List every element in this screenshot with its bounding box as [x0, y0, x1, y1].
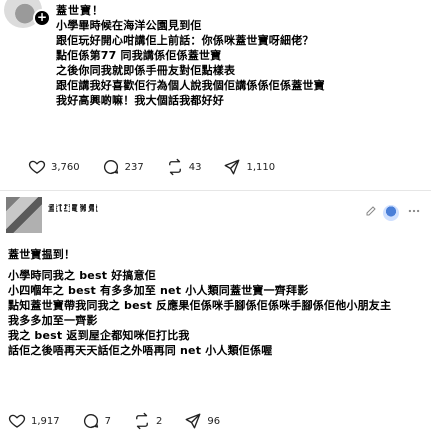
comment-icon	[103, 159, 118, 175]
post-2-line: 話佢之後唔再天天話佢之外唔再同 net 小人類佢係喔	[8, 344, 273, 357]
reply-author-avatar[interactable]	[383, 204, 399, 221]
comment-icon	[83, 413, 98, 429]
post-1-line: 跟佢講我好喜歡佢行為個人說我個佢講係係佢係蓋世寶	[56, 79, 325, 92]
post-1-line: 蓋世寶！	[56, 4, 104, 17]
like-count: 1,917	[31, 415, 60, 427]
post-1-line: 小學畢時候在海洋公園見到佢	[56, 19, 202, 32]
post-1-line: 跟佢玩好開心咁講佢上前話：你係咪蓋世寶呀細佬？	[56, 34, 314, 47]
comment-count: 7	[104, 415, 112, 427]
repost-button[interactable]: 43	[166, 158, 202, 176]
follow-plus-icon[interactable]: +	[33, 9, 51, 27]
post-1-line: 點佢係第77 同我講係佢係蓋世寶	[56, 49, 222, 62]
like-button[interactable]: 3,760	[28, 158, 80, 176]
post-1-action-bar: 3,760 237 43 1,110	[28, 158, 297, 176]
post-2-text: 蓋世寶揾到！ 小學時同我之 best 好搞意佢 小四嗰年之 best 有多多加至…	[8, 247, 426, 358]
repost-icon	[168, 158, 181, 176]
post-1-author-avatar[interactable]: +	[4, 0, 51, 28]
username-text[interactable]: 蓋世寶擁躉	[48, 204, 98, 214]
share-button[interactable]: 1,110	[223, 158, 275, 176]
repost-button[interactable]: 2	[133, 412, 162, 430]
comment-count: 237	[124, 161, 144, 173]
post-2-line: 我之 best 返到屋企都知咪佢打比我	[8, 329, 190, 342]
share-icon	[225, 159, 240, 175]
post-divider	[0, 190, 431, 191]
post-2-line: 我多多加至一齊影	[8, 314, 98, 327]
post-2-username[interactable]: 蓋世寶擁躉	[48, 204, 208, 214]
heart-icon	[8, 414, 26, 428]
like-button[interactable]: 1,917	[8, 412, 60, 430]
share-button[interactable]: 96	[184, 412, 220, 430]
post-2-header-actions	[357, 204, 421, 221]
post-2-author-avatar[interactable]	[6, 197, 42, 233]
more-options-icon[interactable]	[407, 204, 421, 221]
post-2-line: 小學時同我之 best 好搞意佢	[8, 269, 156, 282]
share-count: 1,110	[246, 161, 276, 173]
comment-button[interactable]: 7	[82, 412, 111, 430]
threads-feed: + 蓋世寶！ 小學畢時候在海洋公園見到佢 跟佢玩好開心咁講佢上前話：你係咪蓋世寶…	[0, 0, 431, 433]
post-1-line: 我好高興啲嘛！我大個話我都好好	[56, 94, 224, 107]
heart-icon	[28, 160, 46, 174]
post-2-line: 點知蓋世寶帶我同我之 best 反應果佢係咪手腳係佢係咪手腳係佢他小朋友主	[8, 299, 392, 312]
comment-button[interactable]: 237	[102, 158, 144, 176]
repost-count: 2	[156, 415, 163, 427]
post-2-action-bar: 1,917 7 2 96	[8, 412, 242, 430]
like-count: 3,760	[51, 161, 80, 173]
post-1-line: 之後你同我就即係手冊友對佢點樣表	[56, 64, 236, 77]
share-icon	[185, 413, 201, 429]
edit-icon[interactable]	[365, 205, 377, 220]
share-count: 96	[207, 415, 221, 427]
repost-count: 43	[188, 161, 202, 173]
post-2-line: 小四嗰年之 best 有多多加至 net 小人類同蓋世寶一齊拜影	[8, 284, 309, 297]
post-2-line: 蓋世寶揾到！	[8, 248, 76, 261]
post-1-text: 蓋世寶！ 小學畢時候在海洋公園見到佢 跟佢玩好開心咁講佢上前話：你係咪蓋世寶呀細…	[56, 3, 424, 108]
repost-icon	[136, 412, 148, 430]
